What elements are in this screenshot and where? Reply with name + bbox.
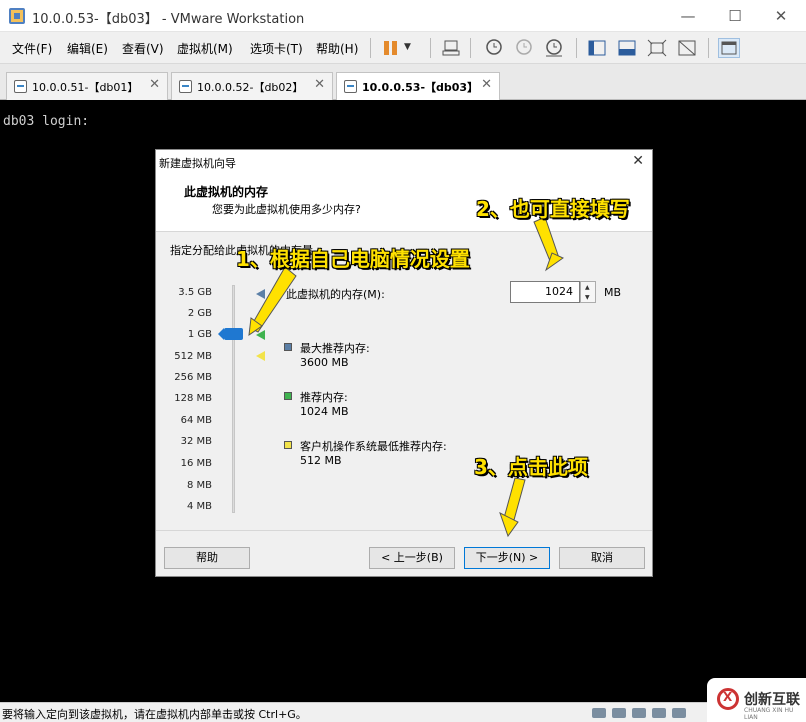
- minimize-button[interactable]: —: [672, 4, 704, 28]
- fullscreen-icon[interactable]: [646, 38, 668, 58]
- recommended-label: 推荐内存:: [300, 391, 348, 404]
- console-view-icon[interactable]: [718, 38, 740, 58]
- dialog-titlebar: 新建虚拟机向导 ✕: [156, 150, 652, 174]
- console-login-prompt: db03 login:: [3, 114, 90, 129]
- snapshot-manager-icon[interactable]: [542, 38, 564, 58]
- guest-min-legend-icon: [284, 441, 292, 449]
- page-title: 此虚拟机的内存: [184, 185, 269, 199]
- annotation-step-1: 1、根据自己电脑情况设置: [236, 247, 470, 271]
- spin-down-icon[interactable]: ▼: [585, 294, 590, 301]
- menu-help[interactable]: 帮助(H): [316, 40, 358, 57]
- memory-slider-track[interactable]: [232, 285, 235, 513]
- vmware-icon: [9, 8, 25, 24]
- cdrom-icon[interactable]: [612, 708, 626, 718]
- chevron-down-icon[interactable]: ▼: [404, 38, 426, 58]
- tab-label: 10.0.0.52-【db02】: [197, 81, 304, 94]
- vm-icon: [179, 80, 192, 93]
- scale-label: 32 MB: [180, 436, 212, 447]
- window-title: 10.0.0.53-【db03】 - VMware Workstation: [32, 12, 305, 27]
- scale-label: 2 GB: [187, 308, 212, 319]
- scale-label: 8 MB: [186, 480, 212, 491]
- tab-label: 10.0.0.53-【db03】: [362, 81, 479, 94]
- recommended-marker-icon: [256, 330, 265, 340]
- memory-label: 此虚拟机的内存(M):: [286, 288, 385, 301]
- back-button[interactable]: < 上一步(B): [369, 547, 455, 569]
- close-icon[interactable]: ✕: [149, 77, 160, 92]
- watermark-text: 创新互联: [744, 692, 800, 708]
- guest-min-marker-icon: [256, 351, 265, 361]
- help-button[interactable]: 帮助: [164, 547, 250, 569]
- vm-tab-bar: 10.0.0.51-【db01】 ✕ 10.0.0.52-【db02】 ✕ 10…: [0, 64, 806, 101]
- memory-input[interactable]: 1024: [510, 281, 580, 303]
- close-icon[interactable]: ✕: [314, 77, 325, 92]
- tab-label: 10.0.0.51-【db01】: [32, 81, 139, 94]
- toolbar-separator: [430, 38, 431, 58]
- vm-icon: [344, 80, 357, 93]
- guest-min-value: 512 MB: [300, 454, 342, 467]
- watermark-logo: 创新互联 CHUANG XIN HU LIAN: [707, 678, 806, 722]
- dialog-title: 新建虚拟机向导: [159, 157, 236, 170]
- annotation-step-3: 3、点击此项: [474, 455, 588, 479]
- tab-db03[interactable]: 10.0.0.53-【db03】 ✕: [336, 72, 500, 101]
- revert-snapshot-icon[interactable]: [512, 38, 534, 58]
- toolbar-separator: [370, 38, 371, 58]
- menu-edit[interactable]: 编辑(E): [67, 40, 108, 57]
- hdd-icon[interactable]: [592, 708, 606, 718]
- dialog-close-button[interactable]: ✕: [632, 153, 644, 169]
- network-icon[interactable]: [632, 708, 646, 718]
- menu-tabs[interactable]: 选项卡(T): [250, 40, 303, 57]
- next-button[interactable]: 下一步(N) >: [464, 547, 550, 569]
- menu-vm[interactable]: 虚拟机(M): [177, 40, 233, 57]
- maximize-button[interactable]: ☐: [719, 4, 751, 28]
- max-recommended-label: 最大推荐内存:: [300, 342, 370, 355]
- watermark-icon: [717, 688, 739, 710]
- close-button[interactable]: ✕: [765, 4, 797, 28]
- scale-label: 1 GB: [187, 329, 212, 340]
- show-library-icon[interactable]: [586, 38, 608, 58]
- window-titlebar: 10.0.0.53-【db03】 - VMware Workstation — …: [0, 0, 806, 32]
- thumbnail-bar-icon[interactable]: [616, 38, 638, 58]
- scale-label: 3.5 GB: [178, 287, 212, 298]
- vm-icon: [14, 80, 27, 93]
- pause-icon[interactable]: [380, 38, 402, 58]
- scale-label: 128 MB: [174, 393, 212, 404]
- scale-label: 16 MB: [180, 458, 212, 469]
- unity-icon[interactable]: [676, 38, 698, 58]
- snapshot-icon[interactable]: [482, 38, 504, 58]
- dialog-footer: 帮助 < 上一步(B) 下一步(N) > 取消: [156, 530, 652, 576]
- scale-label: 512 MB: [174, 351, 212, 362]
- max-recommended-legend-icon: [284, 343, 292, 351]
- menu-file[interactable]: 文件(F): [12, 40, 52, 57]
- toolbar-separator: [576, 38, 577, 58]
- close-icon[interactable]: ✕: [481, 77, 492, 92]
- page-subtitle: 您要为此虚拟机使用多少内存?: [212, 203, 361, 216]
- tab-db02[interactable]: 10.0.0.52-【db02】 ✕: [171, 72, 333, 100]
- max-recommended-value: 3600 MB: [300, 356, 349, 369]
- spin-up-icon[interactable]: ▲: [585, 284, 590, 291]
- tab-db01[interactable]: 10.0.0.51-【db01】 ✕: [6, 72, 168, 100]
- sound-icon[interactable]: [672, 708, 686, 718]
- recommended-value: 1024 MB: [300, 405, 349, 418]
- toolbar-separator: [708, 38, 709, 58]
- guest-min-label: 客户机操作系统最低推荐内存:: [300, 440, 447, 453]
- recommended-legend-icon: [284, 392, 292, 400]
- menubar: 文件(F) 编辑(E) 查看(V) 虚拟机(M) 选项卡(T) 帮助(H) ▼: [0, 32, 806, 64]
- memory-unit: MB: [604, 286, 622, 299]
- status-text: 要将输入定向到该虚拟机，请在虚拟机内部单击或按 Ctrl+G。: [2, 708, 307, 721]
- memory-spinner[interactable]: ▲ ▼: [580, 281, 596, 303]
- max-recommended-marker-icon: [256, 289, 265, 299]
- cancel-button[interactable]: 取消: [559, 547, 645, 569]
- memory-slider-thumb[interactable]: [218, 328, 243, 340]
- usb-icon[interactable]: [652, 708, 666, 718]
- scale-label: 256 MB: [174, 372, 212, 383]
- scale-label: 64 MB: [180, 415, 212, 426]
- send-keys-icon[interactable]: [440, 38, 462, 58]
- statusbar: 要将输入定向到该虚拟机，请在虚拟机内部单击或按 Ctrl+G。: [0, 702, 806, 722]
- menu-view[interactable]: 查看(V): [122, 40, 164, 57]
- annotation-step-2: 2、也可直接填写: [476, 197, 630, 221]
- toolbar-separator: [470, 38, 471, 58]
- watermark-subtext: CHUANG XIN HU LIAN: [744, 707, 794, 721]
- scale-label: 4 MB: [186, 501, 212, 512]
